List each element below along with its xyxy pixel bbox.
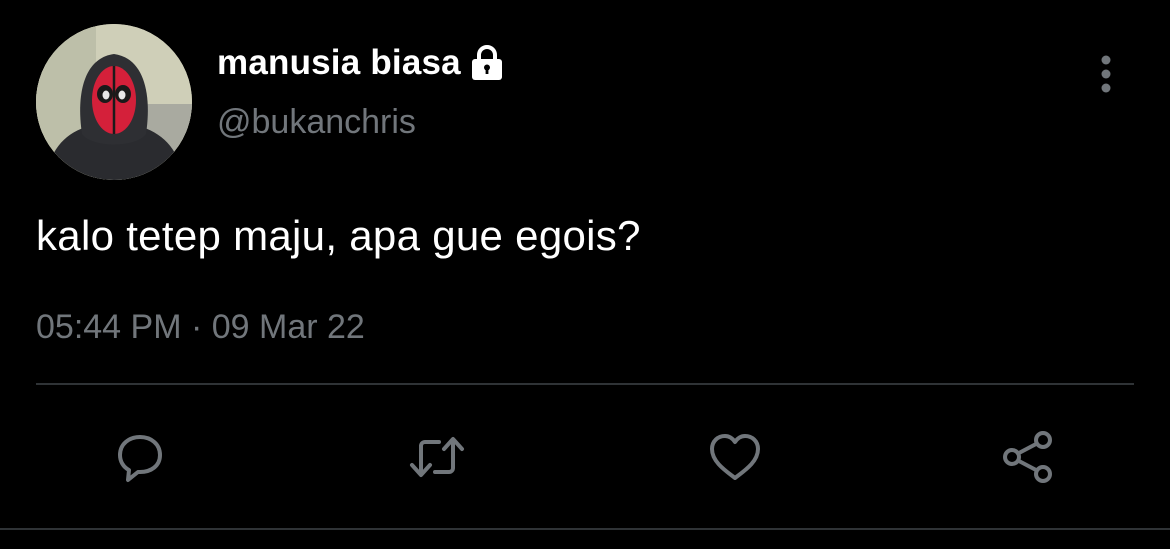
tweet-actions	[0, 425, 1170, 489]
reply-button[interactable]	[108, 425, 172, 489]
tweet-card: manusia biasa @bukanchris kalo tetep maj…	[0, 0, 1170, 549]
more-options-icon[interactable]	[1088, 52, 1124, 98]
heart-icon	[710, 434, 760, 480]
avatar[interactable]	[36, 24, 192, 180]
tweet-timestamp[interactable]: 05:44 PM · 09 Mar 22	[36, 308, 365, 347]
display-name[interactable]: manusia biasa	[217, 43, 461, 83]
avatar-image	[36, 24, 192, 180]
retweet-icon	[410, 437, 464, 477]
share-icon	[1003, 431, 1052, 483]
divider	[36, 383, 1134, 385]
retweet-button[interactable]	[405, 425, 469, 489]
bottom-divider	[0, 528, 1170, 530]
user-handle[interactable]: @bukanchris	[217, 103, 416, 142]
lock-icon	[467, 43, 507, 83]
reply-icon	[118, 435, 162, 482]
display-name-row: manusia biasa	[217, 40, 507, 86]
tweet-text: kalo tetep maju, apa gue egois?	[36, 212, 641, 259]
share-button[interactable]	[996, 425, 1060, 489]
like-button[interactable]	[703, 425, 767, 489]
